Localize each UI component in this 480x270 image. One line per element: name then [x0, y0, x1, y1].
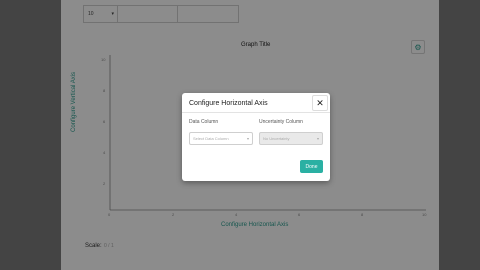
close-icon: ✕: [316, 97, 324, 108]
data-column-select[interactable]: Select Data Column ▾: [189, 132, 253, 145]
configure-axis-modal: Configure Horizontal Axis ✕ Data Column …: [182, 93, 330, 181]
done-button[interactable]: Done: [300, 160, 323, 173]
close-button[interactable]: ✕: [312, 95, 328, 111]
uncertainty-column-select[interactable]: No Uncertainty ▾: [259, 132, 323, 145]
data-column-placeholder: Select Data Column: [193, 136, 229, 141]
uncertainty-column-label: Uncertainty Column: [259, 119, 303, 125]
uncertainty-placeholder: No Uncertainty: [263, 136, 290, 141]
divider: [182, 112, 330, 113]
chevron-down-icon: ▾: [246, 136, 249, 141]
chevron-down-icon: ▾: [316, 136, 319, 141]
data-column-label: Data Column: [189, 119, 219, 125]
modal-title: Configure Horizontal Axis: [189, 100, 268, 107]
